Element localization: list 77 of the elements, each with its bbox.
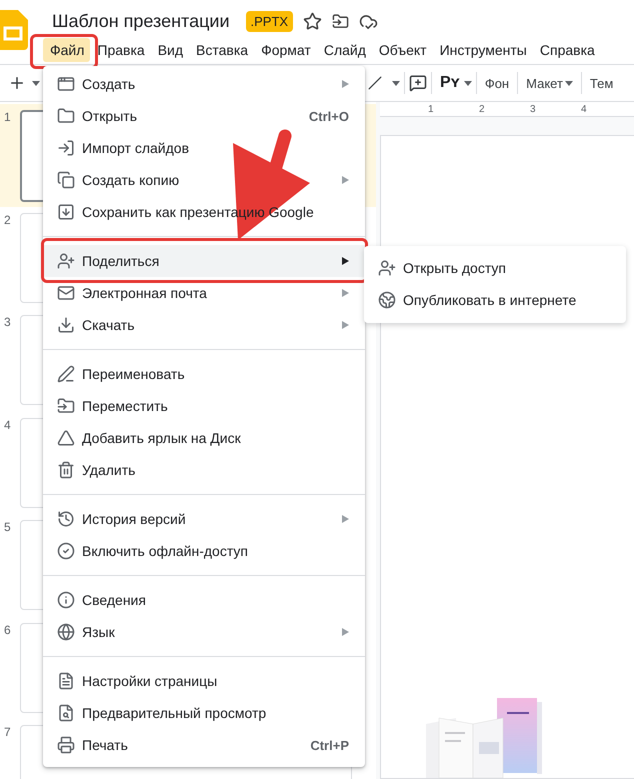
slide-number: 7	[4, 725, 12, 741]
menu-item[interactable]: Создать	[43, 68, 365, 100]
caret-icon	[32, 80, 40, 86]
globe-icon	[57, 623, 75, 641]
triangle-icon	[57, 429, 75, 447]
add-person-icon	[378, 259, 396, 277]
menu-item[interactable]: Переместить	[43, 390, 365, 422]
menu-tab[interactable]: Файл	[43, 38, 90, 62]
ruler-number: 3	[530, 104, 537, 114]
menu-item[interactable]: Язык	[43, 616, 365, 648]
star-icon[interactable]	[303, 12, 322, 30]
globe-icon	[378, 291, 396, 309]
comment-add-icon[interactable]	[409, 74, 427, 92]
trash-icon	[57, 461, 75, 479]
menu-item[interactable]: Сведения	[43, 584, 365, 616]
menu-tab[interactable]: Слайд	[316, 38, 372, 62]
toolbar-button[interactable]: Макет	[522, 76, 577, 90]
menu-item[interactable]: Опубликовать в интернете	[364, 284, 626, 316]
add-person-icon	[57, 252, 75, 270]
slide-number: 1	[4, 110, 12, 126]
shortcut-text: Ctrl+P	[310, 738, 349, 752]
menu-item[interactable]: История версий	[43, 503, 365, 535]
slide-number: 4	[4, 418, 12, 434]
menu-item[interactable]: Поделиться	[43, 245, 365, 277]
slide-number: 2	[4, 212, 12, 228]
caret-icon	[392, 80, 400, 86]
slide-number: 5	[4, 520, 12, 536]
folder-move-icon[interactable]	[332, 12, 350, 30]
add-icon[interactable]	[8, 74, 26, 92]
caret-icon	[464, 80, 472, 86]
toolbar-button[interactable]: Тем	[586, 76, 618, 90]
ruler-number: 2	[479, 104, 486, 114]
printer-icon	[57, 736, 75, 754]
toolbar-button[interactable]: Фон	[480, 76, 514, 90]
menu-tab[interactable]: Вид	[150, 38, 190, 62]
menu-item[interactable]: Открыть Ctrl+O	[43, 100, 365, 132]
menu-tab[interactable]: Вставка	[189, 38, 254, 62]
ruler-number: 4	[581, 104, 588, 114]
menu-item[interactable]: Скачать	[43, 309, 365, 341]
file-type-badge: .PPTX	[246, 10, 294, 32]
menu-item[interactable]: Добавить ярлык на Диск	[43, 422, 365, 454]
ruler-number: 1	[428, 104, 435, 114]
menu-item[interactable]: Создать копию	[43, 164, 365, 196]
menu-item[interactable]: Импорт слайдов	[43, 132, 365, 164]
menu-item[interactable]: Удалить	[43, 454, 365, 486]
folder-move-icon	[57, 397, 75, 415]
shortcut-text: Ctrl+O	[308, 108, 349, 124]
menu-tab[interactable]: Инструменты	[432, 38, 533, 62]
download-icon	[57, 316, 75, 334]
document-title[interactable]: Шаблон презентации	[52, 10, 230, 32]
download-box-icon	[57, 203, 75, 221]
mail-icon	[57, 284, 75, 302]
menu-item[interactable]: Переименовать	[43, 358, 365, 390]
document-icon	[57, 672, 75, 690]
history-icon	[57, 510, 75, 528]
check-circle-icon	[57, 542, 75, 560]
slide-number: 6	[4, 622, 12, 638]
copy-icon	[57, 171, 75, 189]
document-search-icon	[57, 704, 75, 722]
menu-item[interactable]: Предварительный просмотр	[43, 697, 365, 729]
menu-item[interactable]: Настройки страницы	[43, 665, 365, 697]
menu-item[interactable]: Печать Ctrl+P	[43, 729, 365, 761]
menu-tab[interactable]: Формат	[254, 38, 317, 62]
menu-item[interactable]: Электронная почта	[43, 277, 365, 309]
window-icon	[57, 75, 75, 93]
info-icon	[57, 591, 75, 609]
menu-tab[interactable]: Объект	[372, 38, 433, 62]
slide-number: 3	[4, 315, 12, 331]
line-tool-icon[interactable]	[368, 76, 382, 90]
format-button[interactable]: Pʏ	[436, 74, 464, 92]
import-icon	[57, 139, 75, 157]
menu-item[interactable]: Открыть доступ	[364, 252, 626, 284]
menu-tab[interactable]: Правка	[90, 38, 151, 62]
menu-tab[interactable]: Справка	[532, 38, 601, 62]
pencil-icon	[57, 365, 75, 383]
menu-item[interactable]: Включить офлайн-доступ	[43, 535, 365, 567]
folder-icon	[57, 107, 75, 125]
